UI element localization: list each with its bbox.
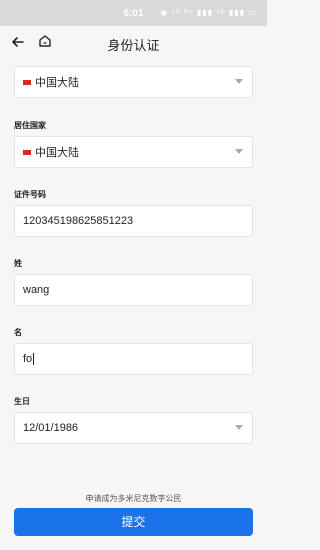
- apply-citizenship-text: 申请成为多米尼克数字公民: [85, 494, 182, 503]
- nationality-select[interactable]: 中国大陆: [14, 66, 253, 98]
- last-name-label: 姓: [14, 259, 22, 268]
- birthday-label: 生日: [14, 397, 30, 406]
- chevron-down-icon: [235, 79, 243, 84]
- id-number-value: 120345198625851223: [23, 215, 134, 227]
- china-flag-icon: [23, 79, 31, 85]
- last-name-input[interactable]: wang: [14, 274, 253, 306]
- id-number-label: 证件号码: [14, 190, 46, 199]
- first-name-label: 名: [14, 328, 22, 337]
- identity-form: 中国大陆 居住国家 中国大陆 证件号码 120345198625851223 姓…: [0, 66, 267, 444]
- status-icons: ◉ ⁴ᴳ ᴴ⁺ ▮▮▮ ⁴ᴳ ▮▮▮ ▭: [160, 8, 257, 17]
- first-name-value: fo: [23, 353, 33, 365]
- page-title: 身份认证: [107, 38, 160, 53]
- submit-button[interactable]: 提交: [14, 508, 253, 536]
- chevron-down-icon: [235, 425, 243, 430]
- nationality-value: 中国大陆: [35, 77, 79, 89]
- id-number-input[interactable]: 120345198625851223: [14, 205, 253, 237]
- text-cursor: [33, 353, 35, 365]
- last-name-value: wang: [23, 284, 50, 296]
- residence-country-value: 中国大陆: [35, 147, 79, 159]
- china-flag-icon: [23, 149, 31, 155]
- chevron-down-icon: [235, 149, 243, 154]
- first-name-input[interactable]: fo: [14, 343, 253, 375]
- birthday-select[interactable]: 12/01/1986: [14, 412, 253, 444]
- app-header: 身份认证: [0, 26, 267, 60]
- status-bar: 6:01 ◉ ⁴ᴳ ᴴ⁺ ▮▮▮ ⁴ᴳ ▮▮▮ ▭: [0, 0, 267, 26]
- residence-country-select[interactable]: 中国大陆: [14, 136, 253, 168]
- birthday-value: 12/01/1986: [23, 422, 79, 434]
- residence-country-label: 居住国家: [14, 121, 46, 130]
